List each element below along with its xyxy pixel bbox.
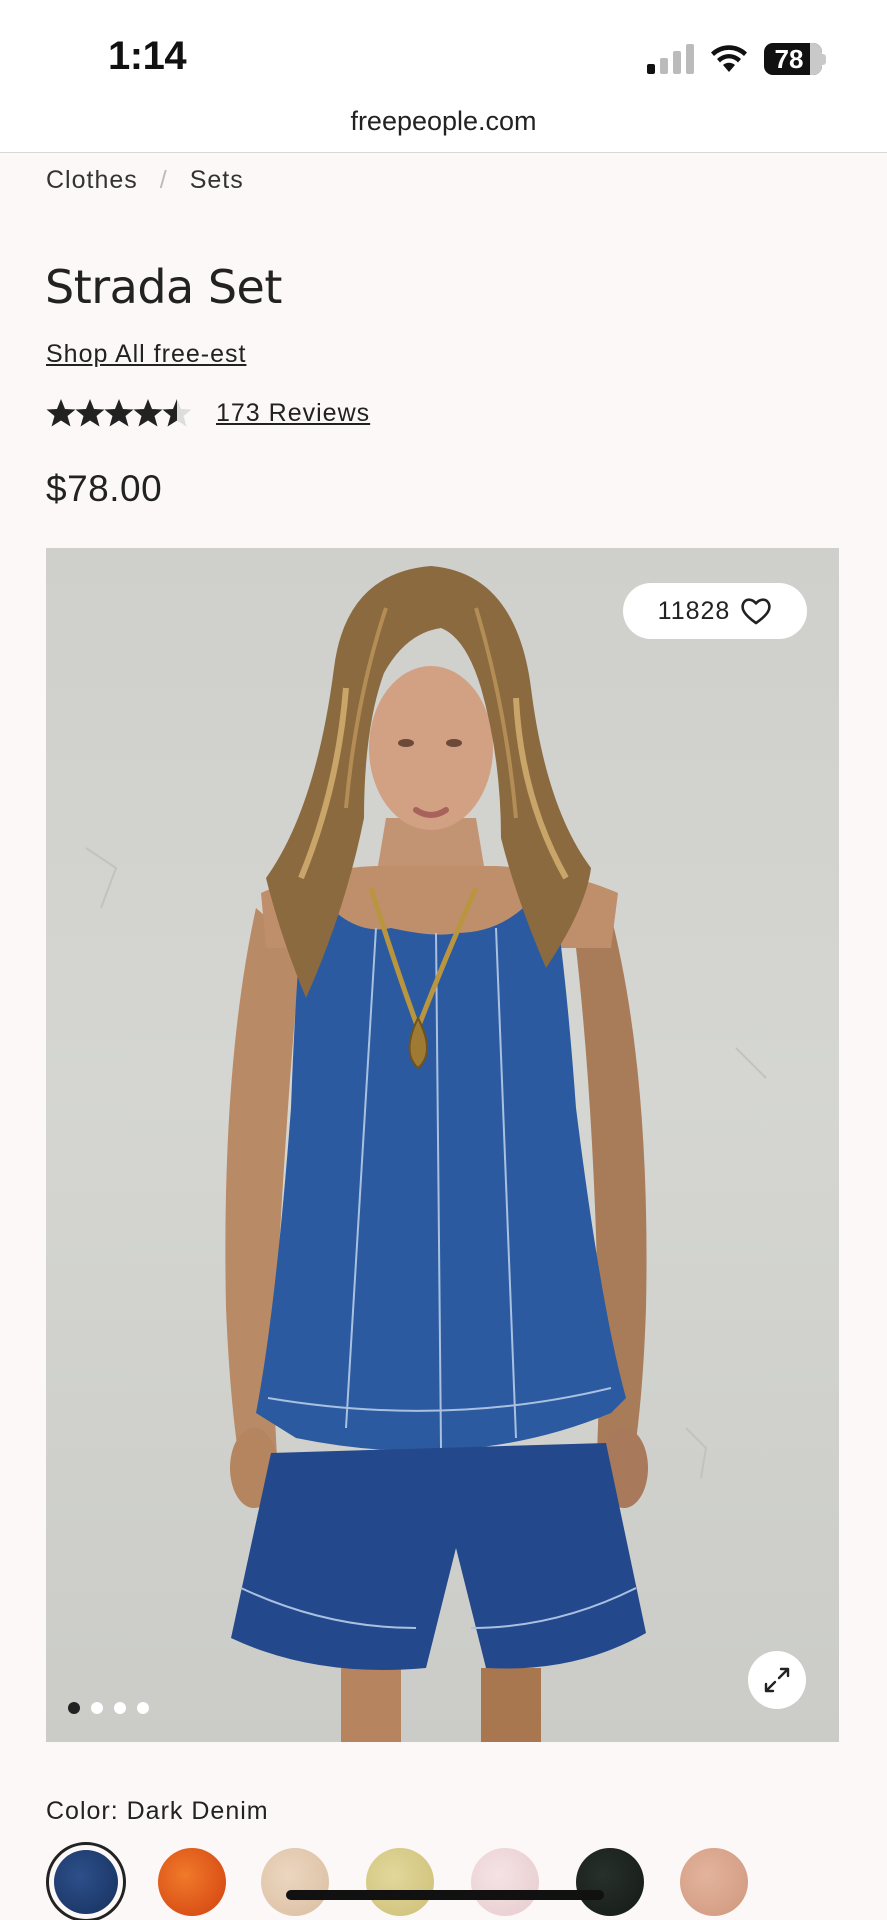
url-text: freepeople.com [350, 106, 537, 136]
battery-level: 78 [774, 44, 804, 74]
expand-icon [764, 1667, 790, 1693]
wifi-icon [711, 45, 747, 72]
like-count: 11828 [657, 596, 731, 625]
swatch-dark-denim[interactable] [46, 1842, 126, 1920]
swatch-orange[interactable] [158, 1848, 226, 1916]
breadcrumb-sets[interactable]: Sets [190, 166, 244, 194]
product-title: Strada Set [45, 260, 282, 314]
pagination-dot[interactable] [91, 1702, 103, 1714]
color-label: Color: Dark Denim [46, 1797, 269, 1825]
pagination-dot[interactable] [137, 1702, 149, 1714]
image-pagination[interactable] [68, 1702, 149, 1714]
product-price: $78.00 [46, 468, 163, 509]
status-bar: 1:14 78 [0, 0, 887, 106]
swatch-tan[interactable] [680, 1848, 748, 1916]
swatch-color [54, 1850, 118, 1914]
swatch-yellow[interactable] [366, 1848, 434, 1916]
color-swatches [46, 1842, 846, 1920]
swatch-black[interactable] [576, 1848, 644, 1916]
home-indicator [286, 1890, 604, 1900]
swatch-beige[interactable] [261, 1848, 329, 1916]
heart-icon [741, 598, 772, 625]
breadcrumb-separator: / [159, 166, 168, 194]
breadcrumb: Clothes / Sets [46, 166, 244, 195]
wishlist-button[interactable]: 11828 [623, 583, 807, 639]
product-image[interactable]: 11828 [46, 548, 839, 1742]
expand-image-button[interactable] [748, 1651, 806, 1709]
pagination-dot[interactable] [68, 1702, 80, 1714]
model-photo [85, 566, 767, 1742]
swatch-pink[interactable] [471, 1848, 539, 1916]
signal-icon [647, 44, 694, 74]
star-rating-icon [46, 399, 192, 427]
address-bar[interactable]: freepeople.com [0, 96, 887, 153]
status-time: 1:14 [108, 34, 187, 78]
battery-icon: 78 [764, 43, 826, 75]
breadcrumb-clothes[interactable]: Clothes [46, 166, 138, 194]
shop-all-link[interactable]: Shop All free-est [46, 340, 246, 369]
reviews-link[interactable]: 173 Reviews [216, 399, 370, 428]
pagination-dot[interactable] [114, 1702, 126, 1714]
